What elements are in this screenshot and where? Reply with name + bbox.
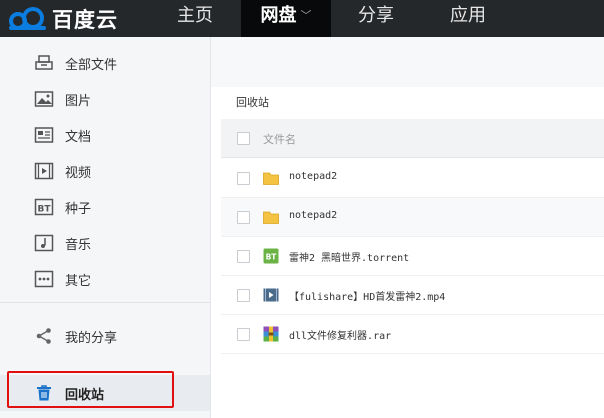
sidebar-item-videos[interactable]: 视频	[0, 153, 210, 189]
file-name[interactable]: notepad2	[289, 171, 337, 182]
baidu-cloud-logo[interactable]: 百度云	[6, 0, 118, 37]
file-name[interactable]: 雷神2 黑暗世界.torrent	[289, 249, 409, 264]
file-row[interactable]: 【fulishare】HD首发雷神2.mp4	[221, 276, 604, 315]
top-navigation-bar: 百度云 主页 网盘 ﹀ 分享 应用	[0, 0, 604, 37]
nav-home[interactable]: 主页	[152, 0, 238, 37]
all-files-icon	[34, 53, 54, 73]
sidebar-divider	[0, 302, 210, 303]
main-content: 回收站 文件名 notepad2 notepad2 BT 雷神2 黑暗世界.to…	[211, 37, 604, 418]
file-row[interactable]: BT 雷神2 黑暗世界.torrent	[221, 237, 604, 276]
sidebar-item-all-files[interactable]: 全部文件	[0, 45, 210, 81]
file-name[interactable]: 【fulishare】HD首发雷神2.mp4	[289, 288, 445, 303]
share-icon	[34, 326, 54, 346]
row-checkbox[interactable]	[237, 250, 250, 263]
torrent-file-icon: BT	[263, 248, 279, 264]
chevron-down-icon: ﹀	[300, 9, 312, 22]
file-row[interactable]: notepad2	[221, 159, 604, 198]
cloud-logo-icon	[9, 6, 46, 30]
torrent-icon: BT	[34, 197, 54, 217]
folder-icon	[263, 172, 279, 185]
music-icon	[34, 233, 54, 253]
column-header-filename[interactable]: 文件名	[263, 131, 296, 147]
sidebar-item-label: 种子	[65, 201, 92, 217]
video-file-icon	[263, 288, 279, 302]
file-name[interactable]: dll文件修复利器.rar	[289, 327, 391, 342]
torrent-icon-text: BT	[266, 253, 278, 262]
select-all-checkbox[interactable]	[237, 132, 250, 145]
sidebar-item-documents[interactable]: 文档	[0, 117, 210, 153]
sidebar-item-label: 图片	[65, 93, 92, 109]
row-checkbox[interactable]	[237, 172, 250, 185]
file-name[interactable]: notepad2	[289, 210, 337, 221]
sidebar-item-my-share[interactable]: 我的分享	[0, 318, 210, 354]
nav-apps[interactable]: 应用	[425, 0, 511, 37]
svg-text:BT: BT	[38, 205, 52, 215]
sidebar-item-other[interactable]: 其它	[0, 261, 210, 297]
sidebar-item-label: 我的分享	[65, 330, 118, 346]
row-checkbox[interactable]	[237, 328, 250, 341]
row-checkbox[interactable]	[237, 289, 250, 302]
file-row[interactable]: dll文件修复利器.rar	[221, 315, 604, 354]
sidebar-item-label: 视频	[65, 165, 92, 181]
nav-share[interactable]: 分享	[332, 0, 420, 37]
breadcrumb[interactable]: 回收站	[236, 94, 269, 110]
sidebar-item-label: 文档	[65, 129, 92, 145]
row-checkbox[interactable]	[237, 211, 250, 224]
sidebar-item-music[interactable]: 音乐	[0, 225, 210, 261]
document-icon	[34, 125, 54, 145]
sidebar-item-label: 音乐	[65, 237, 92, 253]
file-row[interactable]: notepad2	[221, 198, 604, 237]
sidebar-item-label: 其它	[65, 273, 92, 289]
nav-netdisk[interactable]: 网盘 ﹀	[241, 0, 331, 37]
picture-icon	[34, 89, 54, 109]
sidebar-item-torrents[interactable]: BT 种子	[0, 189, 210, 225]
video-icon	[34, 161, 54, 181]
toolbar	[211, 37, 604, 87]
archive-file-icon	[263, 326, 279, 342]
sidebar-item-recycle-bin[interactable]: 回收站	[0, 375, 210, 411]
sidebar: 全部文件 图片 文档 视频 BT 种子 音乐 其它 我的分享 回收站	[0, 37, 211, 418]
trash-icon	[34, 383, 54, 403]
sidebar-item-label: 回收站	[65, 387, 105, 403]
logo-text: 百度云	[52, 7, 118, 32]
sidebar-item-pictures[interactable]: 图片	[0, 81, 210, 117]
file-list-header: 文件名	[221, 119, 604, 158]
sidebar-item-label: 全部文件	[65, 57, 118, 73]
folder-icon	[263, 211, 279, 224]
other-icon	[34, 269, 54, 289]
